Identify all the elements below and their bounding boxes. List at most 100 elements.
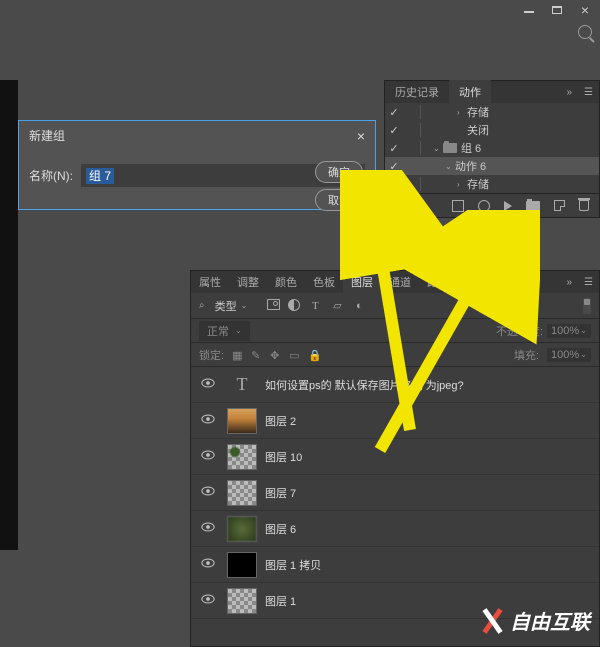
action-row[interactable]: ✓⌄组 6 (385, 139, 599, 157)
filter-text-icon[interactable]: T (308, 299, 322, 313)
panel-more-icon[interactable]: » (560, 87, 578, 98)
fill-input[interactable]: 100% ⌄ (547, 348, 591, 362)
action-toggle-box[interactable] (403, 123, 421, 137)
action-row[interactable]: ✓ ›存储 (385, 103, 599, 121)
filter-image-icon[interactable] (267, 299, 280, 310)
layer-thumbnail[interactable] (227, 444, 257, 470)
layer-name[interactable]: 图层 1 (265, 593, 296, 609)
layer-thumbnail[interactable] (227, 480, 257, 506)
stop-icon[interactable] (452, 200, 464, 212)
action-label: 存储 (467, 104, 489, 120)
tab-调整[interactable]: 调整 (229, 270, 267, 294)
action-row[interactable]: ✓关闭 (385, 121, 599, 139)
visibility-toggle[interactable] (197, 450, 219, 463)
action-checkmark[interactable]: ✓ (385, 106, 403, 119)
filter-type-label: 类型 (215, 298, 237, 314)
filter-search-icon: ⌕ (199, 300, 205, 311)
play-icon[interactable] (504, 201, 512, 211)
layer-name[interactable]: 图层 2 (265, 413, 296, 429)
action-toggle-box[interactable] (403, 105, 421, 119)
cancel-button[interactable]: 取消 (315, 189, 363, 211)
folder-icon (443, 143, 457, 153)
ok-button[interactable]: 确定 (315, 161, 363, 183)
tab-history[interactable]: 历史记录 (385, 80, 449, 104)
window-close-button[interactable]: × (572, 1, 598, 19)
lock-all-icon[interactable]: 🔒 (308, 349, 319, 360)
visibility-toggle[interactable] (197, 378, 219, 391)
layer-row[interactable]: 图层 1 拷贝 (191, 547, 599, 583)
opacity-input[interactable]: 100% ⌄ (547, 324, 591, 338)
layer-row[interactable]: 图层 6 (191, 511, 599, 547)
action-toggle-box[interactable] (403, 177, 421, 191)
lock-artboard-icon[interactable]: ▭ (289, 349, 300, 360)
actions-panel: 历史记录 动作 » ☰ ✓›存储✓关闭✓⌄组 6✓⌄动作 6✓›存储 (384, 80, 600, 218)
chevron-down-icon: ⌄ (241, 301, 248, 310)
action-checkmark[interactable]: ✓ (385, 124, 403, 137)
layer-name[interactable]: 图层 7 (265, 485, 296, 501)
action-toggle-box[interactable] (403, 159, 421, 173)
layer-row[interactable]: 图层 2 (191, 403, 599, 439)
action-toggle-box[interactable] (403, 141, 421, 155)
action-checkmark[interactable]: ✓ (385, 160, 403, 173)
layer-name[interactable]: 图层 6 (265, 521, 296, 537)
lock-move-icon[interactable]: ✥ (270, 349, 281, 360)
layer-thumbnail[interactable] (227, 408, 257, 434)
tab-通道[interactable]: 通道 (381, 270, 419, 294)
filter-type-select[interactable]: 类型 ⌄ (211, 296, 252, 316)
filter-adjust-icon[interactable] (288, 299, 300, 311)
layer-row[interactable]: T 如何设置ps的 默认保存图片格式 为jpeg? (191, 367, 599, 403)
action-label: 动作 6 (455, 158, 486, 174)
panel-menu-icon[interactable]: ☰ (578, 277, 599, 288)
record-icon[interactable] (478, 200, 490, 212)
tab-颜色[interactable]: 颜色 (267, 270, 305, 294)
caret-icon[interactable]: › (457, 108, 467, 117)
visibility-toggle[interactable] (197, 594, 219, 607)
chevron-down-icon: ⌄ (235, 326, 242, 335)
filter-smart-icon[interactable]: ◐ (352, 299, 366, 313)
visibility-toggle[interactable] (197, 414, 219, 427)
panel-menu-icon[interactable]: ☰ (578, 87, 599, 98)
new-action-icon[interactable] (554, 200, 565, 211)
visibility-toggle[interactable] (197, 522, 219, 535)
options-bar (0, 20, 600, 44)
tab-属性[interactable]: 属性 (191, 270, 229, 294)
canvas-edge (0, 80, 18, 550)
blend-mode-select[interactable]: 正常 ⌄ (199, 321, 250, 341)
maximize-button[interactable] (544, 1, 570, 19)
layer-thumbnail[interactable] (227, 588, 257, 614)
layer-thumbnail[interactable] (227, 516, 257, 542)
layer-row[interactable]: 图层 10 (191, 439, 599, 475)
dialog-title: 新建组 (29, 127, 65, 144)
layer-name[interactable]: 图层 1 拷贝 (265, 557, 321, 573)
action-checkmark[interactable]: ✓ (385, 178, 403, 191)
visibility-toggle[interactable] (197, 558, 219, 571)
tab-图层[interactable]: 图层 (343, 270, 381, 294)
layer-thumbnail[interactable]: T (227, 372, 257, 398)
folder-icon[interactable] (526, 201, 540, 211)
layer-name[interactable]: 图层 10 (265, 449, 302, 465)
lock-brush-icon[interactable]: ✎ (251, 349, 262, 360)
action-row[interactable]: ✓›存储 (385, 175, 599, 193)
filter-shape-icon[interactable]: ▱ (330, 299, 344, 313)
panel-more-icon[interactable]: » (560, 277, 578, 288)
caret-icon[interactable]: › (457, 180, 467, 189)
tab-路径[interactable]: 路径 (419, 270, 457, 294)
minimize-button[interactable] (516, 1, 542, 19)
lock-transparency-icon[interactable]: ▦ (232, 349, 243, 360)
action-checkmark[interactable]: ✓ (385, 142, 403, 155)
caret-icon[interactable]: ⌄ (445, 162, 455, 171)
tab-色板[interactable]: 色板 (305, 270, 343, 294)
layer-list: T 如何设置ps的 默认保存图片格式 为jpeg? 图层 2 图层 10 图层 7 图层 … (191, 367, 599, 619)
visibility-toggle[interactable] (197, 486, 219, 499)
search-icon[interactable] (578, 25, 592, 39)
tab-actions[interactable]: 动作 (449, 80, 491, 104)
layer-name[interactable]: 如何设置ps的 默认保存图片格式 为jpeg? (265, 377, 464, 393)
dialog-close-button[interactable]: × (357, 128, 365, 144)
caret-icon[interactable]: ⌄ (433, 144, 443, 153)
window-titlebar: × (0, 0, 600, 20)
filter-toggle[interactable] (583, 298, 591, 314)
layer-thumbnail[interactable] (227, 552, 257, 578)
layer-row[interactable]: 图层 7 (191, 475, 599, 511)
trash-icon[interactable] (579, 200, 589, 211)
action-row[interactable]: ✓ ⌄动作 6 (385, 157, 599, 175)
